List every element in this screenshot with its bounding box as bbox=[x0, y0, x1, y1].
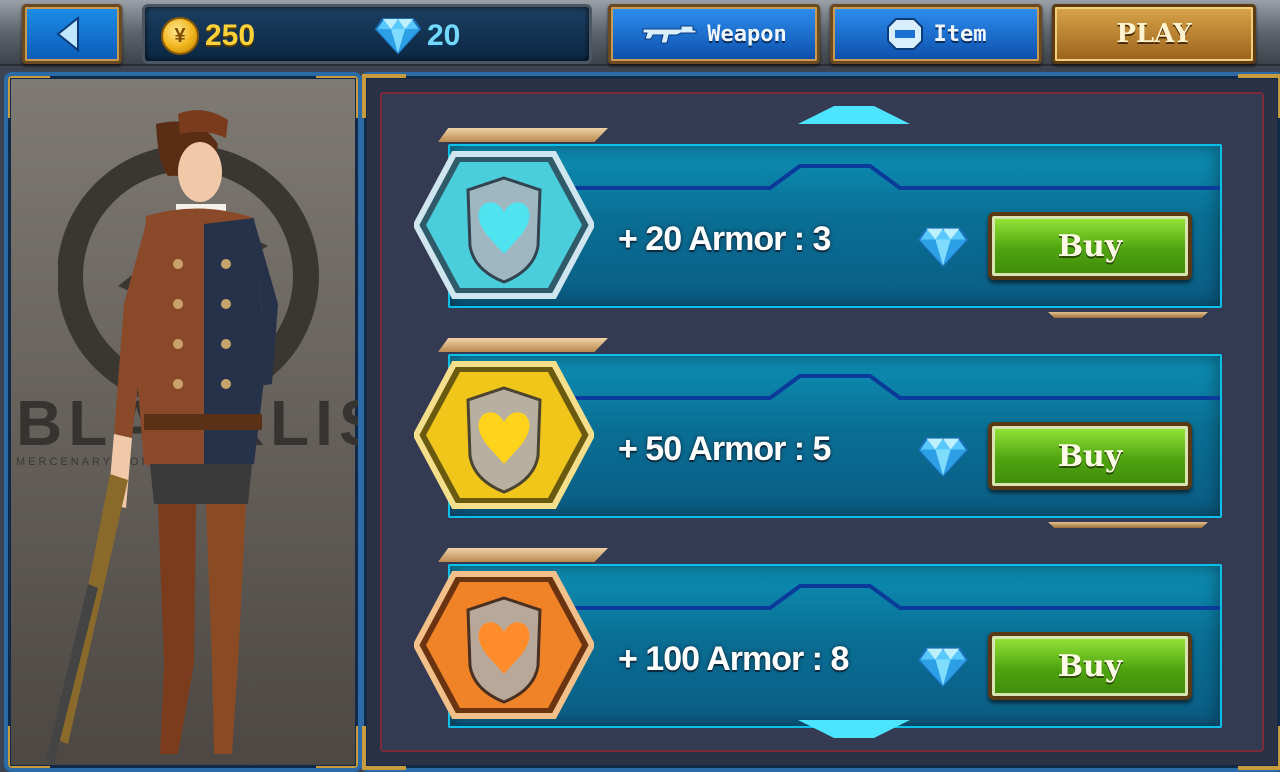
tab-item-label: Item bbox=[933, 21, 987, 47]
play-button[interactable]: PLAY bbox=[1052, 4, 1256, 64]
diamond-icon bbox=[918, 437, 968, 478]
diamond-icon bbox=[375, 18, 421, 55]
item-bottom-decoration bbox=[1048, 312, 1208, 318]
character-panel: BLACKLIST MERCENARY CORPORATION bbox=[4, 72, 362, 772]
item-price-label: + 100 Armor : 8 bbox=[618, 640, 849, 678]
item-box-icon bbox=[886, 18, 923, 50]
character-portrait bbox=[46, 110, 278, 764]
gem-count: 20 bbox=[427, 19, 461, 52]
scroll-down-icon[interactable] bbox=[798, 720, 910, 740]
shop-panel: + 20 Armor : 3 Buy + 50 Armor: 5 Buy + … bbox=[360, 72, 1280, 772]
item-price-label: + 50 Armor : 5 bbox=[618, 430, 831, 468]
currency-panel: ¥ 250 20 bbox=[142, 4, 592, 64]
buy-label: Buy bbox=[1057, 648, 1123, 684]
shield-heart-icon bbox=[414, 571, 594, 719]
frame-corner bbox=[1238, 74, 1280, 118]
scroll-up-icon[interactable] bbox=[798, 104, 910, 124]
shield-heart-icon bbox=[414, 361, 594, 509]
item-bottom-decoration bbox=[1048, 522, 1208, 528]
buy-button[interactable]: Buy bbox=[988, 212, 1192, 280]
frame-corner bbox=[316, 76, 358, 118]
buy-button[interactable]: Buy bbox=[988, 632, 1192, 700]
frame-corner bbox=[316, 726, 358, 768]
back-button[interactable] bbox=[22, 4, 122, 64]
back-arrow-icon bbox=[56, 15, 79, 53]
buy-button[interactable]: Buy bbox=[988, 422, 1192, 490]
item-tab-decoration bbox=[438, 548, 608, 562]
shop-item-row: + 100 Armor : 8 Buy bbox=[414, 548, 1228, 742]
buy-label: Buy bbox=[1057, 228, 1123, 264]
buy-label: Buy bbox=[1057, 438, 1123, 474]
frame-corner bbox=[362, 74, 406, 118]
frame-corner bbox=[8, 726, 50, 768]
frame-corner bbox=[362, 726, 406, 770]
tab-item[interactable]: Item bbox=[830, 4, 1042, 64]
tab-weapon[interactable]: Weapon bbox=[608, 4, 820, 64]
diamond-icon bbox=[918, 647, 968, 688]
top-bar: ¥ 250 20 Weapon Item PLAY bbox=[0, 0, 1280, 66]
frame-corner bbox=[1238, 726, 1280, 770]
shop-list: + 20 Armor : 3 Buy + 50 Armor: 5 Buy + … bbox=[380, 92, 1264, 752]
shop-item-row: + 50 Armor : 5 Buy bbox=[414, 338, 1228, 532]
frame-corner bbox=[8, 76, 50, 118]
tab-weapon-label: Weapon bbox=[707, 21, 787, 47]
coin-count: 250 bbox=[205, 19, 256, 52]
play-label: PLAY bbox=[1116, 19, 1192, 49]
rifle-icon bbox=[642, 25, 697, 44]
item-tab-decoration bbox=[438, 128, 608, 142]
coin-icon: ¥ bbox=[161, 17, 199, 55]
shop-item-row: + 20 Armor : 3 Buy bbox=[414, 128, 1228, 322]
item-tab-decoration bbox=[438, 338, 608, 352]
diamond-icon bbox=[918, 227, 968, 268]
shield-heart-icon bbox=[414, 151, 594, 299]
item-price-label: + 20 Armor : 3 bbox=[618, 220, 831, 258]
